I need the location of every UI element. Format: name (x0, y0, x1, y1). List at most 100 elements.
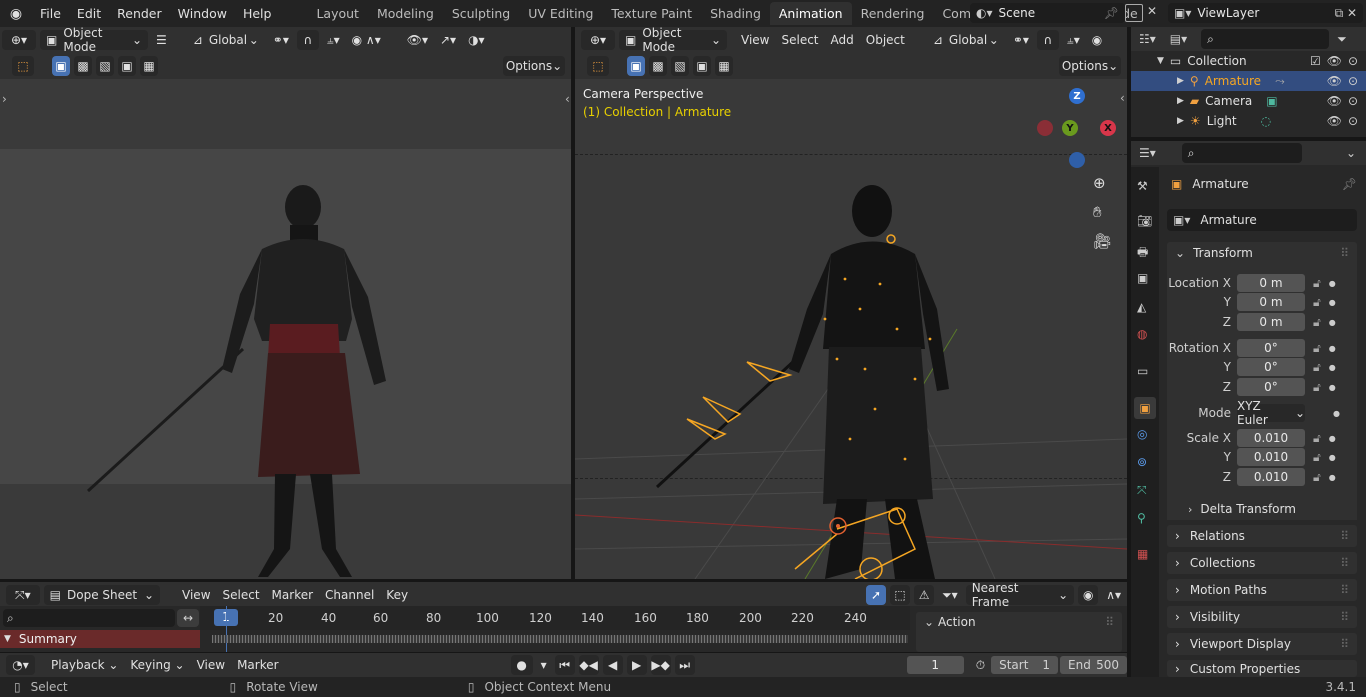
menu-file[interactable]: File (32, 6, 69, 21)
ds-menu-key[interactable]: Key (380, 585, 414, 605)
camera-view-icon[interactable]: 🎥︎ (1093, 232, 1112, 250)
new-scene-icon[interactable] (1125, 4, 1143, 22)
prev-keyframe-icon[interactable]: ◆◀ (578, 655, 599, 675)
collections-panel[interactable]: › Collections ⠿ (1167, 552, 1357, 574)
drag-handle-icon[interactable]: ⠿ (1340, 246, 1349, 260)
gizmo-x-axis[interactable]: X (1100, 120, 1116, 136)
eye-icon[interactable]: 👁︎ (1327, 74, 1342, 88)
select-mode-invert-icon[interactable]: ▣ (118, 56, 136, 76)
object-datablock-field[interactable]: ▣▾ Armature (1167, 209, 1357, 231)
armature-data-tab-icon[interactable]: ⚲ (1137, 511, 1146, 525)
keyframe-dot-icon[interactable]: ● (1329, 298, 1336, 307)
keyframe-dot-icon[interactable]: ● (1333, 409, 1340, 418)
summary-channel[interactable]: ▼ Summary (0, 630, 200, 648)
light-data-icon[interactable]: ◌ (1261, 114, 1271, 128)
lock-icon[interactable]: 🔓︎ (1313, 341, 1321, 356)
select-mode-subtract-icon[interactable]: ▧ (96, 56, 114, 76)
physics-tab-icon[interactable]: ⊚ (1137, 455, 1147, 469)
play-icon[interactable]: ▶ (626, 655, 647, 675)
overlay-icon[interactable]: ◑▾ (462, 30, 491, 50)
object-tab-icon[interactable]: ▣ (1134, 397, 1156, 419)
zoom-icon[interactable]: ⊕ (1093, 174, 1106, 192)
outliner-row-light[interactable]: ▶ ☀︎ Light ◌ 👁︎ ⊙ (1131, 111, 1366, 131)
gizmo-icon[interactable]: ↗▾ (434, 30, 462, 50)
motion-paths-panel[interactable]: › Motion Paths ⠿ (1167, 579, 1357, 601)
stopwatch-icon[interactable]: ⏱ (970, 655, 991, 675)
drag-handle-icon[interactable]: ⠿ (1340, 556, 1349, 570)
ds-menu-channel[interactable]: Channel (319, 585, 380, 605)
outliner-row-camera[interactable]: ▶ ▰ Camera ▣ 👁︎ ⊙ (1131, 91, 1366, 111)
pivot-icon[interactable]: ⚭▾ (1007, 30, 1035, 50)
select-mode-intersect-icon[interactable]: ▦ (715, 56, 733, 76)
tl-menu-playback[interactable]: Playback ⌄ (45, 655, 124, 675)
editor-type-icon[interactable]: ◔▾ (6, 655, 35, 675)
filter-icon[interactable]: ⏷▾ (936, 585, 964, 605)
lock-icon[interactable]: 🔓︎ (1313, 380, 1321, 395)
drag-handle-icon[interactable]: ⠿ (1340, 610, 1349, 624)
lock-icon[interactable]: 🔓︎ (1313, 315, 1321, 330)
location-z-field[interactable]: 0 m (1237, 313, 1305, 331)
jump-end-icon[interactable]: ⏭ (674, 655, 695, 675)
lock-icon[interactable]: 🔓︎ (1313, 276, 1321, 291)
end-frame-field[interactable]: End 500 (1060, 656, 1127, 674)
new-view-layer-icon[interactable]: ⧉ ✕ (1335, 6, 1363, 21)
view-layer-tab-icon[interactable]: ▣ (1137, 271, 1148, 285)
sidebar-toggle-icon[interactable]: ‹ (1120, 91, 1125, 105)
outliner-editor-icon[interactable]: ☷▾ (1131, 32, 1164, 46)
play-reverse-icon[interactable]: ◀ (602, 655, 623, 675)
blender-logo-icon[interactable]: ◉ (0, 0, 32, 27)
gizmo-y-axis[interactable]: Y (1062, 120, 1078, 136)
eye-icon[interactable]: 👁︎ (1327, 54, 1342, 68)
viewport-display-panel[interactable]: › Viewport Display ⠿ (1167, 633, 1357, 655)
camera-render-icon[interactable]: ⊙ (1348, 54, 1358, 68)
tl-menu-view[interactable]: View (191, 655, 231, 675)
show-hidden-icon[interactable]: ⬚ (890, 585, 911, 605)
jump-start-icon[interactable]: ⏮ (554, 655, 575, 675)
tab-layout[interactable]: Layout (307, 2, 368, 25)
keyframe-dot-icon[interactable]: ● (1329, 344, 1336, 353)
select-box-icon[interactable]: ⬚ (12, 56, 34, 76)
select-mode-new-icon[interactable]: ▣ (627, 56, 645, 76)
visibility-icon[interactable]: 👁︎▾ (401, 30, 434, 50)
auto-key-dropdown-icon[interactable]: ▾ (535, 655, 553, 675)
proportional-edit-icon[interactable]: ◉ (1078, 585, 1099, 605)
camera-data-icon[interactable]: ▣ (1266, 94, 1277, 108)
ds-menu-marker[interactable]: Marker (266, 585, 319, 605)
toolbar-toggle-icon[interactable]: ‹ (565, 92, 570, 106)
snap-mode-dropdown[interactable]: Nearest Frame ⌄ (965, 581, 1075, 609)
tab-shading[interactable]: Shading (701, 2, 770, 25)
select-mode-extend-icon[interactable]: ▩ (649, 56, 667, 76)
location-y-field[interactable]: 0 m (1237, 293, 1305, 311)
proportional-edit-icon[interactable]: ◉ (1086, 30, 1108, 50)
tool-tab-icon[interactable]: ⚒ (1137, 179, 1148, 193)
menu-help[interactable]: Help (235, 6, 280, 21)
menu-object[interactable]: Object (860, 30, 911, 50)
right-options-button[interactable]: Options ⌄ (1059, 56, 1121, 76)
scene-tab-icon[interactable]: ◭ (1137, 300, 1146, 314)
record-icon[interactable]: ● (510, 655, 533, 675)
left-toolbar-toggle-icon[interactable]: › (2, 92, 7, 106)
rotation-z-field[interactable]: 0° (1237, 378, 1305, 396)
expand-down-icon[interactable]: ▼ (1157, 56, 1164, 66)
right-viewport-canvas[interactable]: Camera Perspective (1) Collection | Arma… (575, 79, 1127, 579)
playhead-line[interactable] (226, 606, 227, 652)
display-mode-icon[interactable]: ▤▾ (1164, 32, 1193, 46)
scale-x-field[interactable]: 0.010 (1237, 429, 1305, 447)
lock-icon[interactable]: 🔓︎ (1313, 431, 1321, 446)
collection-tab-icon[interactable]: ▭ (1137, 364, 1148, 378)
view-layer-selector[interactable]: ▣▾ ViewLayer ⧉ ✕ (1168, 3, 1363, 23)
outliner-row-armature[interactable]: ▶ ⚲ Armature ⤳ 👁︎ ⊙ (1131, 71, 1366, 91)
tab-sculpting[interactable]: Sculpting (443, 2, 519, 25)
tab-rendering[interactable]: Rendering (852, 2, 934, 25)
pivot-icon[interactable]: ⚭▾ (267, 30, 295, 50)
swap-icon[interactable]: ↔ (177, 609, 199, 627)
hamburger-menu-icon[interactable]: ☰ (150, 30, 173, 50)
keyframe-dot-icon[interactable]: ● (1329, 318, 1336, 327)
drag-handle-icon[interactable]: ⠿ (1105, 615, 1114, 629)
current-frame-field[interactable]: 1 (906, 656, 964, 674)
dopesheet-mode-dropdown[interactable]: ▤ Dope Sheet ⌄ (43, 585, 161, 605)
expand-right-icon[interactable]: ▶ (1177, 96, 1184, 106)
expand-right-icon[interactable]: ▶ (1177, 116, 1184, 126)
left-options-button[interactable]: Options ⌄ (503, 56, 565, 76)
channel-search-input[interactable]: ⌕ (3, 609, 175, 627)
